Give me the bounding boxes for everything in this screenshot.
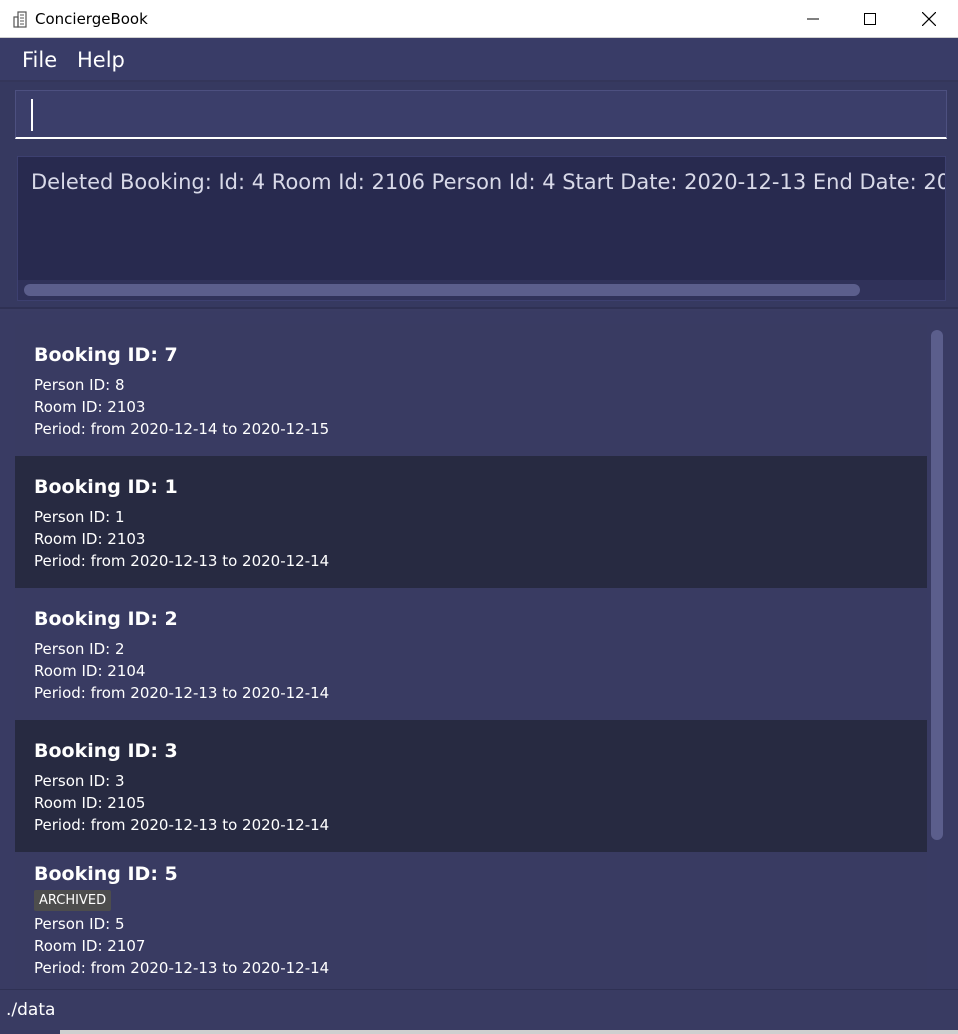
status-bar: ./data xyxy=(0,989,958,1034)
booking-card[interactable]: Booking ID: 5 ARCHIVED Person ID: 5 Room… xyxy=(15,852,927,989)
booking-person-id: Person ID: 5 xyxy=(34,915,125,933)
result-display: Deleted Booking: Id: 4 Room Id: 2106 Per… xyxy=(17,156,946,301)
booking-room-id: Room ID: 2103 xyxy=(34,530,146,548)
menu-bar: File Help xyxy=(0,38,958,82)
horizontal-scrollbar[interactable] xyxy=(18,280,945,300)
booking-title: Booking ID: 7 xyxy=(34,344,178,366)
menu-help[interactable]: Help xyxy=(77,48,125,72)
command-input[interactable] xyxy=(15,90,947,139)
horizontal-scrollbar-thumb[interactable] xyxy=(24,284,860,296)
booking-period: Period: from 2020-12-13 to 2020-12-14 xyxy=(34,552,330,570)
booking-title: Booking ID: 5 xyxy=(34,863,178,885)
minimize-icon xyxy=(807,18,819,20)
booking-period: Period: from 2020-12-13 to 2020-12-14 xyxy=(34,959,330,977)
result-display-area: Deleted Booking: Id: 4 Room Id: 2106 Per… xyxy=(0,147,958,309)
booking-period: Period: from 2020-12-13 to 2020-12-14 xyxy=(34,684,330,702)
booking-title: Booking ID: 3 xyxy=(34,740,178,762)
close-button[interactable] xyxy=(900,0,958,38)
minimize-button[interactable] xyxy=(784,0,842,38)
menu-file[interactable]: File xyxy=(22,48,57,72)
booking-room-id: Room ID: 2107 xyxy=(34,937,146,955)
archived-badge: ARCHIVED xyxy=(34,890,112,911)
booking-person-id: Person ID: 1 xyxy=(34,508,125,526)
booking-period: Period: from 2020-12-13 to 2020-12-14 xyxy=(34,816,330,834)
building-icon xyxy=(13,11,27,28)
booking-person-id: Person ID: 3 xyxy=(34,772,125,790)
title-bar: ConciergeBook xyxy=(0,0,958,38)
command-box-area xyxy=(0,82,958,147)
booking-room-id: Room ID: 2103 xyxy=(34,398,146,416)
close-icon xyxy=(922,12,936,26)
maximize-icon xyxy=(864,13,876,25)
maximize-button[interactable] xyxy=(841,0,899,38)
text-caret xyxy=(31,99,33,131)
booking-person-id: Person ID: 8 xyxy=(34,376,125,394)
booking-card[interactable]: Booking ID: 2 Person ID: 2 Room ID: 2104… xyxy=(15,588,927,720)
result-message: Deleted Booking: Id: 4 Room Id: 2106 Per… xyxy=(31,170,945,194)
booking-period: Period: from 2020-12-14 to 2020-12-15 xyxy=(34,420,330,438)
vertical-scrollbar-thumb[interactable] xyxy=(931,330,943,840)
booking-room-id: Room ID: 2104 xyxy=(34,662,146,680)
window-title: ConciergeBook xyxy=(35,10,148,28)
booking-card[interactable]: Booking ID: 3 Person ID: 3 Room ID: 2105… xyxy=(15,720,927,852)
booking-card[interactable]: Booking ID: 1 Person ID: 1 Room ID: 2103… xyxy=(15,456,927,588)
booking-list: Booking ID: 7 Person ID: 8 Room ID: 2103… xyxy=(0,311,958,989)
booking-person-id: Person ID: 2 xyxy=(34,640,125,658)
window-bottom-edge xyxy=(60,1030,958,1034)
booking-title: Booking ID: 2 xyxy=(34,608,178,630)
booking-title: Booking ID: 1 xyxy=(34,476,178,498)
booking-room-id: Room ID: 2105 xyxy=(34,794,146,812)
save-location: ./data xyxy=(6,1000,56,1020)
booking-card[interactable]: Booking ID: 7 Person ID: 8 Room ID: 2103… xyxy=(15,324,927,456)
